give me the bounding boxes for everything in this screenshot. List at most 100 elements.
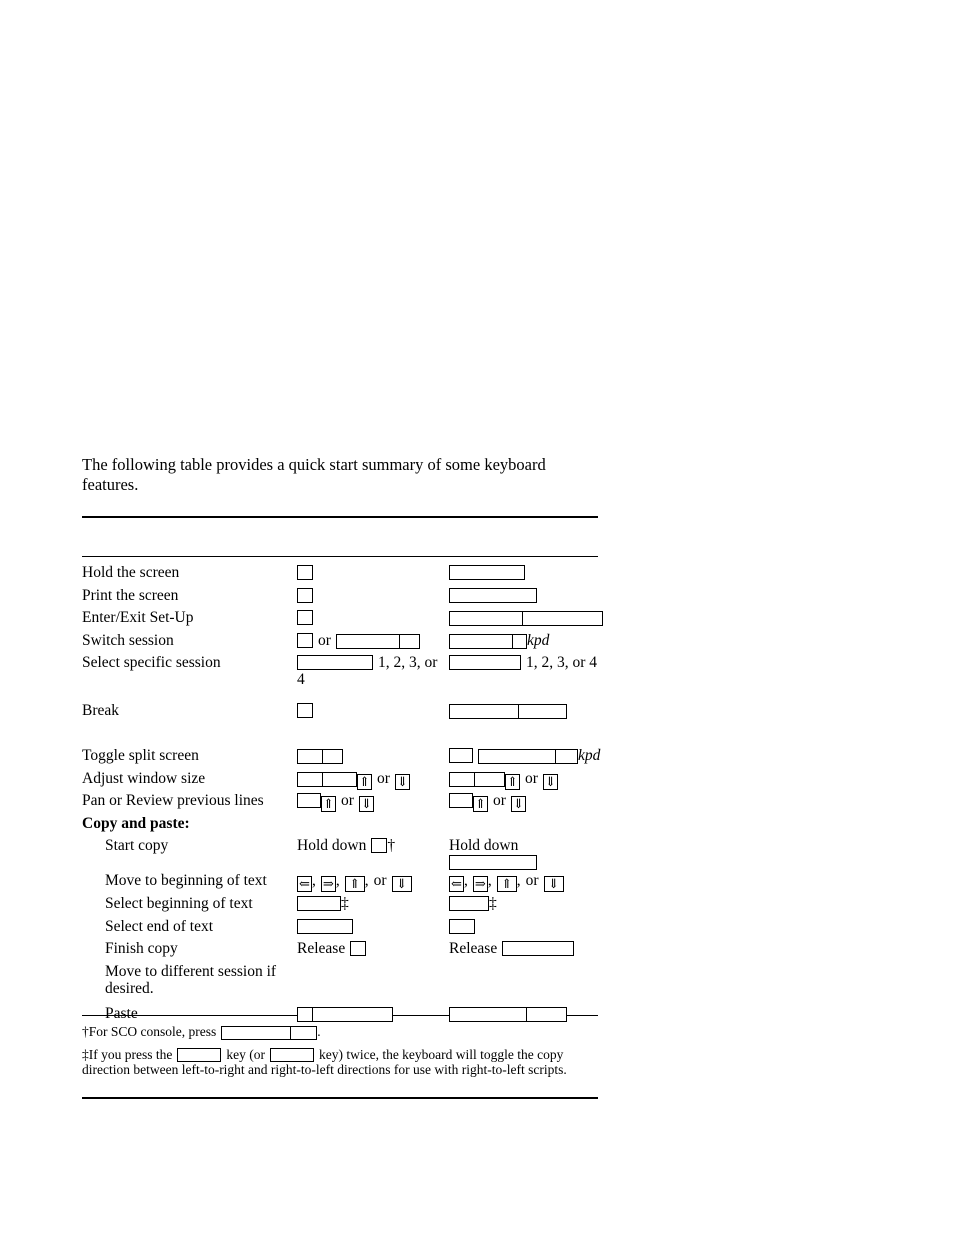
row-label: Start copy — [105, 837, 169, 855]
keycap[interactable] — [337, 635, 399, 648]
keycap[interactable] — [290, 1027, 316, 1039]
action-lead: Hold down — [449, 837, 519, 855]
arrow-up-icon[interactable]: ⇑ — [496, 876, 517, 893]
row-column-a — [297, 1004, 449, 1022]
keycap[interactable] — [449, 747, 473, 763]
keycap[interactable] — [449, 587, 537, 603]
arrow-up-icon[interactable]: ⇑ — [344, 876, 365, 893]
arrow-down-icon[interactable]: ⇓ — [510, 796, 526, 813]
keycap[interactable] — [555, 749, 577, 763]
arrow-up-icon[interactable]: ⇑ — [357, 773, 372, 790]
keycap[interactable] — [450, 1008, 526, 1021]
arrow-up-icon[interactable]: ⇑ — [473, 796, 488, 813]
keycap[interactable] — [371, 838, 388, 854]
keycap-group[interactable] — [449, 611, 603, 627]
keycap-group[interactable] — [335, 633, 420, 649]
keycap-group[interactable] — [449, 704, 567, 720]
keycap[interactable] — [298, 773, 322, 786]
keycap[interactable] — [398, 634, 419, 648]
keycap[interactable] — [449, 793, 473, 809]
keycap[interactable] — [450, 773, 474, 786]
keycap[interactable] — [450, 612, 522, 625]
keycap-group[interactable] — [449, 771, 505, 787]
keycap[interactable] — [322, 772, 356, 786]
keycap-group[interactable] — [297, 748, 343, 764]
keycap[interactable] — [322, 749, 342, 763]
keycap[interactable] — [298, 1008, 312, 1021]
keycap-group[interactable] — [297, 771, 357, 787]
arrow-up-icon[interactable]: ⇑ — [321, 796, 336, 813]
arrow-right-icon[interactable]: ⇒ — [472, 876, 488, 893]
keycap[interactable] — [222, 1027, 290, 1039]
group-gap — [82, 724, 602, 746]
keycap[interactable] — [522, 612, 602, 626]
table-row: Print the screen — [82, 586, 602, 609]
action-lead: Hold down — [297, 837, 367, 855]
keycap[interactable] — [449, 895, 489, 911]
keycap[interactable] — [297, 610, 313, 626]
keycap[interactable] — [350, 941, 367, 957]
keycap-group[interactable] — [478, 748, 578, 764]
arrow-down-icon[interactable]: ⇓ — [358, 796, 374, 813]
row-column-a — [297, 746, 449, 764]
keycap[interactable] — [518, 705, 566, 719]
arrow-down-icon[interactable]: ⇓ — [542, 773, 558, 790]
keycap-group[interactable] — [449, 1006, 567, 1022]
row-column-b: 1, 2, 3, or 4 — [449, 653, 602, 671]
document-page: The following table provides a quick sta… — [0, 0, 954, 1235]
arrow-left-icon[interactable]: ⇐ — [297, 876, 312, 893]
comma: , — [516, 872, 521, 890]
row-column-b — [449, 563, 602, 581]
keycap[interactable] — [512, 634, 526, 648]
row-column-a — [297, 586, 449, 604]
comma: , — [312, 872, 316, 890]
row-label: Finish copy — [105, 940, 178, 958]
row-column-b: kpd — [449, 746, 602, 764]
arrow-up-icon[interactable]: ⇑ — [505, 773, 520, 790]
table-row: Finish copy Release Release — [82, 939, 602, 962]
keycap[interactable] — [450, 635, 512, 648]
footnote-text-end: . — [317, 1024, 321, 1039]
row-column-a — [297, 962, 449, 963]
keycap[interactable] — [312, 1007, 392, 1021]
intro-paragraph: The following table provides a quick sta… — [82, 455, 546, 494]
table-row: Select beginning of text ‡ ‡ — [82, 894, 602, 917]
arrow-down-icon[interactable]: ⇓ — [543, 876, 564, 893]
keycap[interactable] — [297, 895, 341, 911]
keycap[interactable] — [450, 705, 518, 718]
keycap-group[interactable] — [221, 1026, 318, 1040]
row-column-a — [297, 814, 449, 815]
keycap[interactable] — [297, 632, 313, 648]
keycap[interactable] — [297, 587, 313, 603]
comma: , — [335, 872, 340, 890]
keycap[interactable] — [449, 655, 521, 671]
keycap[interactable] — [297, 655, 373, 671]
keycap[interactable] — [479, 750, 555, 763]
separator-or: or — [493, 792, 506, 810]
arrow-down-icon[interactable]: ⇓ — [394, 773, 410, 790]
keycap[interactable] — [297, 703, 313, 719]
keycap[interactable] — [298, 750, 322, 763]
keycap-group[interactable] — [449, 633, 527, 649]
row-column-a: ⇑ or ⇓ — [297, 791, 449, 813]
keycap[interactable] — [449, 855, 537, 871]
keycap[interactable] — [297, 793, 321, 809]
keycap[interactable] — [297, 918, 353, 934]
keycap[interactable] — [526, 1007, 566, 1021]
row-column-a: ‡ — [297, 894, 449, 912]
keycap[interactable] — [177, 1048, 222, 1062]
keycap[interactable] — [449, 918, 475, 934]
keycap[interactable] — [297, 565, 313, 580]
keycap[interactable] — [449, 565, 525, 580]
keycap[interactable] — [474, 772, 504, 786]
arrow-down-icon[interactable]: ⇓ — [391, 876, 412, 893]
arrow-left-icon[interactable]: ⇐ — [449, 876, 464, 893]
row-label: Print the screen — [82, 586, 179, 604]
keycap[interactable] — [502, 941, 575, 957]
row-column-b — [449, 814, 602, 815]
keycap-group[interactable] — [297, 1006, 393, 1022]
arrow-right-icon[interactable]: ⇒ — [320, 876, 336, 893]
keypad-note: kpd — [527, 631, 550, 649]
footnote-marker-dagger: † — [82, 1024, 89, 1039]
keycap[interactable] — [269, 1048, 314, 1062]
